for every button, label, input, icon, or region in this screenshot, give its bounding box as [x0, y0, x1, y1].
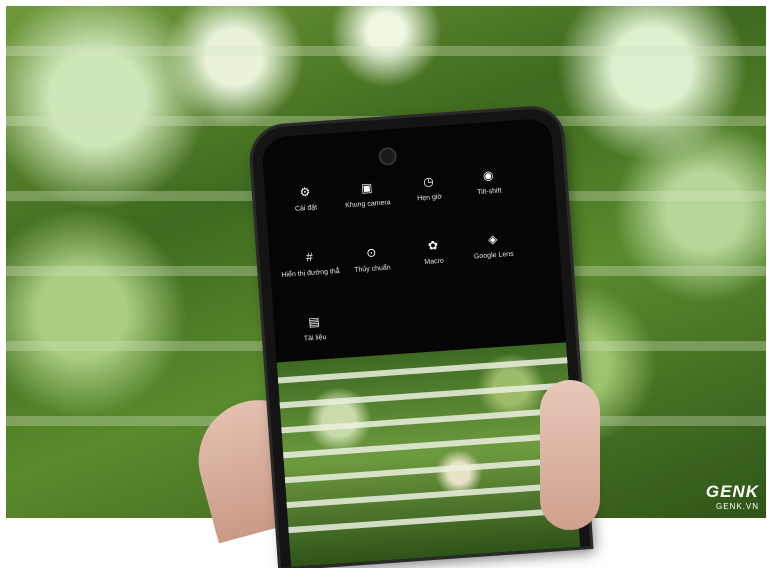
menu-item-google-lens[interactable]: ◈ Google Lens: [452, 229, 534, 262]
lens-icon: ◈: [487, 231, 498, 247]
menu-item-label: Thủy chuẩn: [353, 264, 391, 274]
watermark-logo: GENK: [705, 482, 759, 501]
tilt-shift-icon: ◉: [482, 167, 494, 183]
slat: [6, 46, 766, 56]
macro-icon: ✿: [427, 238, 439, 253]
document-icon: ▤: [307, 314, 321, 330]
thumb: [540, 380, 600, 530]
menu-item-label: Hẹn giờ: [417, 193, 443, 203]
phone-screen: ⚙ Cài đặt ▣ Khung camera ◷ Hẹn giờ ◉ Til…: [261, 117, 581, 568]
gear-icon: ⚙: [299, 184, 311, 200]
preview-slat: [273, 431, 581, 460]
menu-item-label: Macro: [424, 257, 445, 266]
timer-icon: ◷: [422, 174, 435, 189]
menu-item-label: Cài đặt: [294, 204, 318, 213]
preview-slat: [276, 481, 581, 509]
grid-icon: #: [305, 249, 314, 265]
preview-slat: [278, 506, 581, 534]
frame-icon: ▣: [360, 180, 373, 196]
menu-item-label: Tài liệu: [303, 334, 327, 343]
watermark: GENK GENK.VN: [706, 482, 759, 511]
front-camera: [380, 148, 396, 164]
camera-preview: [267, 342, 581, 568]
menu-item-label: Google Lens: [473, 250, 514, 261]
menu-item-tilt-shift[interactable]: ◉ Tilt-shift: [448, 166, 530, 199]
preview-slat: [274, 456, 581, 484]
preview-slat: [267, 356, 578, 385]
menu-item-label: Tilt-shift: [477, 187, 502, 197]
menu-item-label: Khung camera: [344, 199, 391, 210]
watermark-site: GENK.VN: [715, 502, 759, 511]
level-icon: ⊙: [365, 245, 377, 261]
preview-slat: [271, 406, 581, 435]
menu-item-label: Hiển thị đường thẳ: [281, 267, 340, 279]
menu-item-document[interactable]: ▤ Tài liệu: [274, 312, 356, 345]
preview-slat: [269, 381, 580, 410]
